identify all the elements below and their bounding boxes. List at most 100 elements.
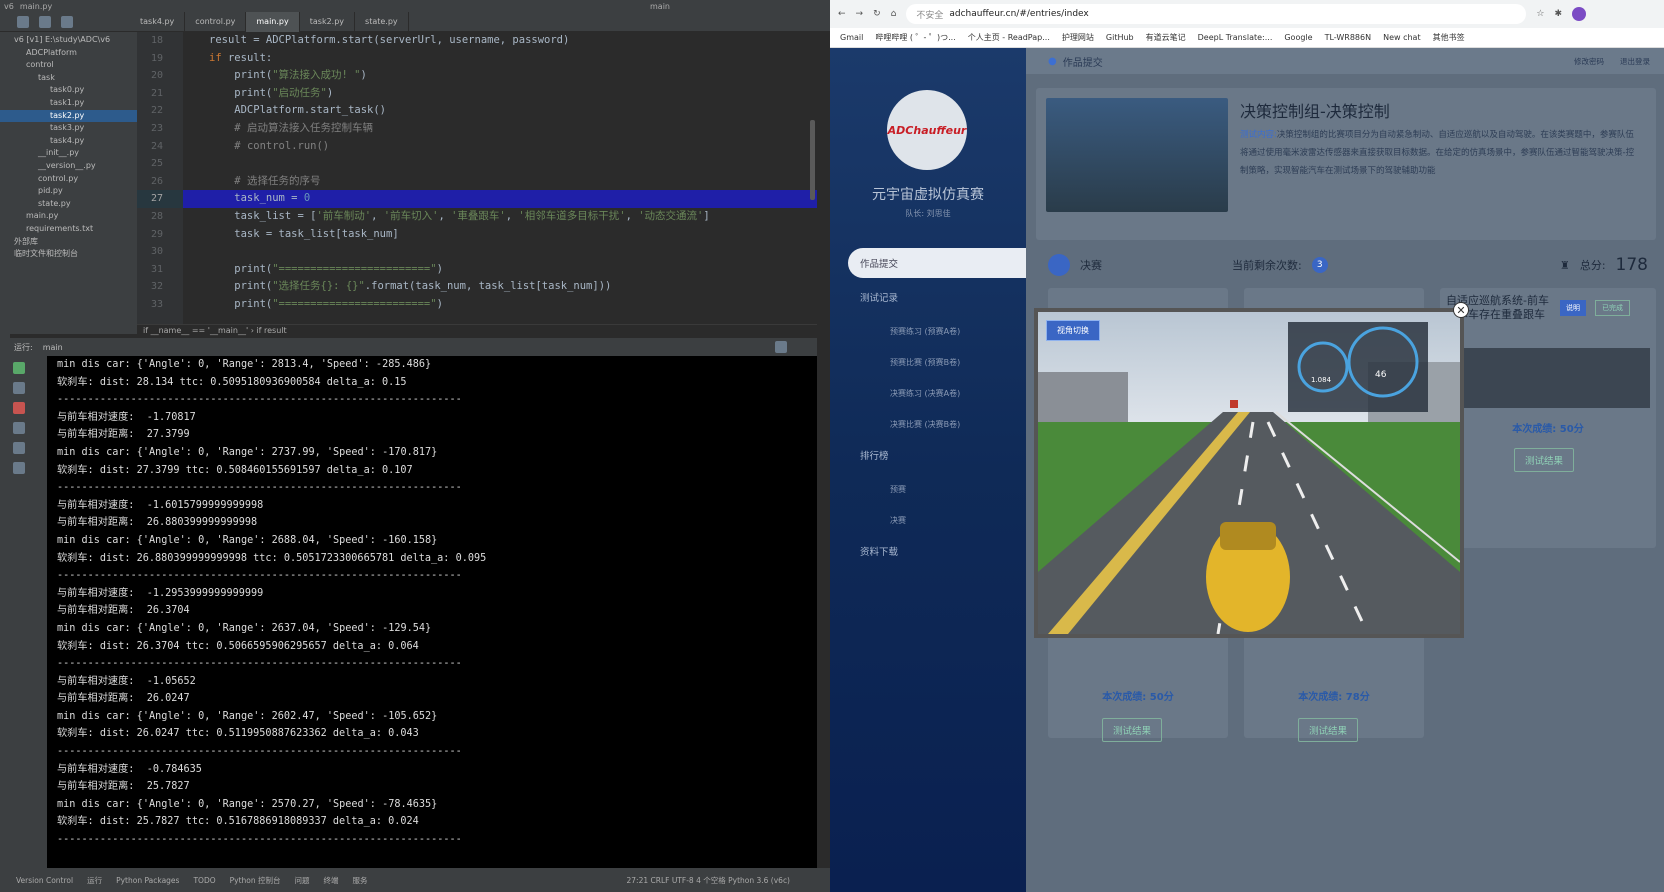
tab-control[interactable]: control.py bbox=[185, 11, 247, 32]
menu-item[interactable]: 排行榜 bbox=[830, 444, 1026, 466]
menu-item-label: 决赛练习 (决赛A卷) bbox=[890, 388, 961, 398]
logout-link[interactable]: 退出登录 bbox=[1620, 56, 1650, 67]
test-result-button[interactable]: 测试结果 bbox=[1102, 718, 1162, 742]
security-indicator[interactable]: 不安全 bbox=[916, 8, 943, 21]
menu-item[interactable]: 决赛 bbox=[830, 509, 1026, 531]
tab-state[interactable]: state.py bbox=[355, 11, 409, 32]
project-tree-item[interactable]: task bbox=[0, 72, 137, 85]
project-tree-item[interactable]: control bbox=[0, 59, 137, 72]
expand-icon[interactable] bbox=[39, 15, 51, 28]
close-popup-button[interactable]: ✕ bbox=[1453, 302, 1469, 318]
project-tree-item[interactable]: task1.py bbox=[0, 97, 137, 110]
bookmark-star-icon[interactable]: ☆ bbox=[1536, 9, 1544, 19]
bookmark-item[interactable]: 个人主页 - ReadPap... bbox=[968, 32, 1050, 43]
project-tree-item[interactable]: task2.py bbox=[0, 109, 137, 123]
project-tree-item[interactable]: main.py bbox=[0, 210, 137, 223]
bookmark-item[interactable]: 其他书签 bbox=[1433, 32, 1465, 43]
menu-item[interactable]: 资料下载 bbox=[830, 540, 1026, 562]
console-line: 与前车相对速度: -1.05652 bbox=[57, 675, 196, 687]
project-tree-item[interactable]: v6 [v1] E:\study\ADC\v6 bbox=[0, 34, 137, 47]
project-tree-item[interactable]: __version__.py bbox=[0, 160, 137, 173]
tab-task2[interactable]: task2.py bbox=[300, 11, 356, 32]
run-config-tab[interactable]: main bbox=[43, 343, 63, 352]
url-text: adchauffeur.cn/#/entries/index bbox=[949, 9, 1089, 19]
menu-item[interactable]: 预赛比赛 (预赛B卷) bbox=[830, 351, 1026, 373]
editor-tabs: task4.py control.py main.py task2.py sta… bbox=[0, 11, 830, 32]
back-icon[interactable]: ← bbox=[838, 9, 846, 19]
bookmark-item[interactable]: Gmail bbox=[840, 33, 863, 42]
project-tree-item[interactable]: 临时文件和控制台 bbox=[0, 248, 137, 261]
project-tree-item[interactable]: ADCPlatform bbox=[0, 47, 137, 60]
page-header: ● 作品提交 修改密码 退出登录 bbox=[1026, 48, 1664, 74]
collapse-icon[interactable] bbox=[17, 15, 29, 28]
address-bar[interactable]: 不安全 adchauffeur.cn/#/entries/index bbox=[906, 4, 1527, 24]
project-tree-item[interactable]: 外部库 bbox=[0, 236, 137, 249]
stop-icon[interactable] bbox=[13, 402, 25, 414]
code-line: # 启动算法接入任务控制车辆 bbox=[234, 121, 373, 134]
project-tree-item[interactable]: pid.py bbox=[0, 185, 137, 198]
gear-icon[interactable] bbox=[61, 15, 73, 28]
status-tool-item[interactable]: 服务 bbox=[353, 875, 368, 886]
bookmark-item[interactable]: New chat bbox=[1383, 33, 1421, 42]
change-password-link[interactable]: 修改密码 bbox=[1574, 56, 1604, 67]
menu-item[interactable]: 测试记录 bbox=[830, 286, 1026, 308]
run-console[interactable]: min dis car: {'Angle': 0, 'Range': 2813.… bbox=[47, 356, 817, 868]
project-tree-item[interactable]: __init__.py bbox=[0, 147, 137, 160]
layout-icon[interactable] bbox=[13, 422, 25, 434]
desc-tag[interactable]: 说明 bbox=[1560, 300, 1586, 316]
bookmark-item[interactable]: DeepL Translate:... bbox=[1198, 33, 1273, 42]
project-tree-item[interactable]: task0.py bbox=[0, 84, 137, 97]
test-result-button[interactable]: 测试结果 bbox=[1298, 718, 1358, 742]
site-title: 元宇宙虚拟仿真赛 bbox=[872, 187, 984, 203]
menu-item[interactable]: 决赛比赛 (决赛B卷) bbox=[830, 413, 1026, 435]
status-tool-item[interactable]: TODO bbox=[193, 876, 215, 885]
profile-avatar[interactable] bbox=[1571, 7, 1586, 21]
code-editor[interactable]: result = ADCPlatform.start(serverUrl, us… bbox=[183, 32, 817, 334]
project-tree-item[interactable]: state.py bbox=[0, 198, 137, 211]
bookmark-item[interactable]: 哔哩哔哩 ( ゜- ゜)つ... bbox=[875, 32, 955, 43]
rerun-icon[interactable] bbox=[13, 362, 25, 374]
branch-selector[interactable]: main bbox=[650, 2, 670, 11]
view-switch-button[interactable]: 视角切换 bbox=[1046, 320, 1100, 341]
print-icon[interactable] bbox=[13, 442, 25, 454]
menu-item[interactable]: 作品提交 bbox=[848, 248, 1026, 278]
menu-item[interactable]: 预赛 bbox=[830, 478, 1026, 500]
project-tree-item[interactable]: control.py bbox=[0, 173, 137, 186]
bookmark-item[interactable]: Google bbox=[1284, 33, 1312, 42]
home-icon[interactable]: ⌂ bbox=[891, 9, 897, 19]
bookmark-item[interactable]: TL-WR886N bbox=[1325, 33, 1372, 42]
console-line: min dis car: {'Angle': 0, 'Range': 2688.… bbox=[57, 534, 438, 546]
status-tool-item[interactable]: Python 控制台 bbox=[230, 875, 281, 886]
wrench-icon[interactable] bbox=[13, 382, 25, 394]
bookmark-item[interactable]: GitHub bbox=[1106, 33, 1134, 42]
code-line: print("算法接入成功! ") bbox=[209, 69, 367, 82]
status-tool-item[interactable]: 问题 bbox=[295, 875, 310, 886]
menu-item[interactable]: 决赛练习 (决赛A卷) bbox=[830, 382, 1026, 404]
test-result-button[interactable]: 测试结果 bbox=[1514, 448, 1574, 472]
tab-task4[interactable]: task4.py bbox=[130, 11, 186, 32]
project-tree-item[interactable]: task3.py bbox=[0, 122, 137, 135]
menu-item-label: 预赛 bbox=[890, 484, 906, 494]
breadcrumb[interactable]: if __name__ == '__main__' › if result bbox=[137, 324, 817, 336]
forward-icon[interactable]: → bbox=[856, 9, 864, 19]
bookmark-item[interactable]: 护理网站 bbox=[1062, 32, 1094, 43]
trash-icon[interactable] bbox=[13, 462, 25, 474]
editor-scrollbar[interactable] bbox=[810, 120, 815, 200]
settings-icon[interactable] bbox=[775, 341, 787, 353]
status-tool-item[interactable]: Python Packages bbox=[116, 876, 179, 885]
code-line: task = task_list[task_num] bbox=[209, 227, 399, 240]
bookmark-item[interactable]: 有道云笔记 bbox=[1146, 32, 1186, 43]
status-tool-item[interactable]: Version Control bbox=[16, 876, 73, 885]
reload-icon[interactable]: ↻ bbox=[873, 9, 881, 19]
line-number: 33 bbox=[150, 298, 163, 310]
menu-item[interactable]: 预赛练习 (预赛A卷) bbox=[830, 320, 1026, 342]
project-tree-item[interactable]: requirements.txt bbox=[0, 223, 137, 236]
project-tree-item[interactable]: task4.py bbox=[0, 135, 137, 148]
status-tool-item[interactable]: 终端 bbox=[324, 875, 339, 886]
run-label: 运行: bbox=[14, 342, 33, 352]
scenario-thumbnail bbox=[1446, 348, 1650, 408]
status-tool-item[interactable]: 运行 bbox=[87, 875, 102, 886]
tab-main[interactable]: main.py bbox=[246, 11, 300, 32]
console-line: 软刹车: dist: 27.3799 ttc: 0.50846015569159… bbox=[57, 464, 413, 476]
extensions-icon[interactable]: ✱ bbox=[1554, 9, 1562, 19]
